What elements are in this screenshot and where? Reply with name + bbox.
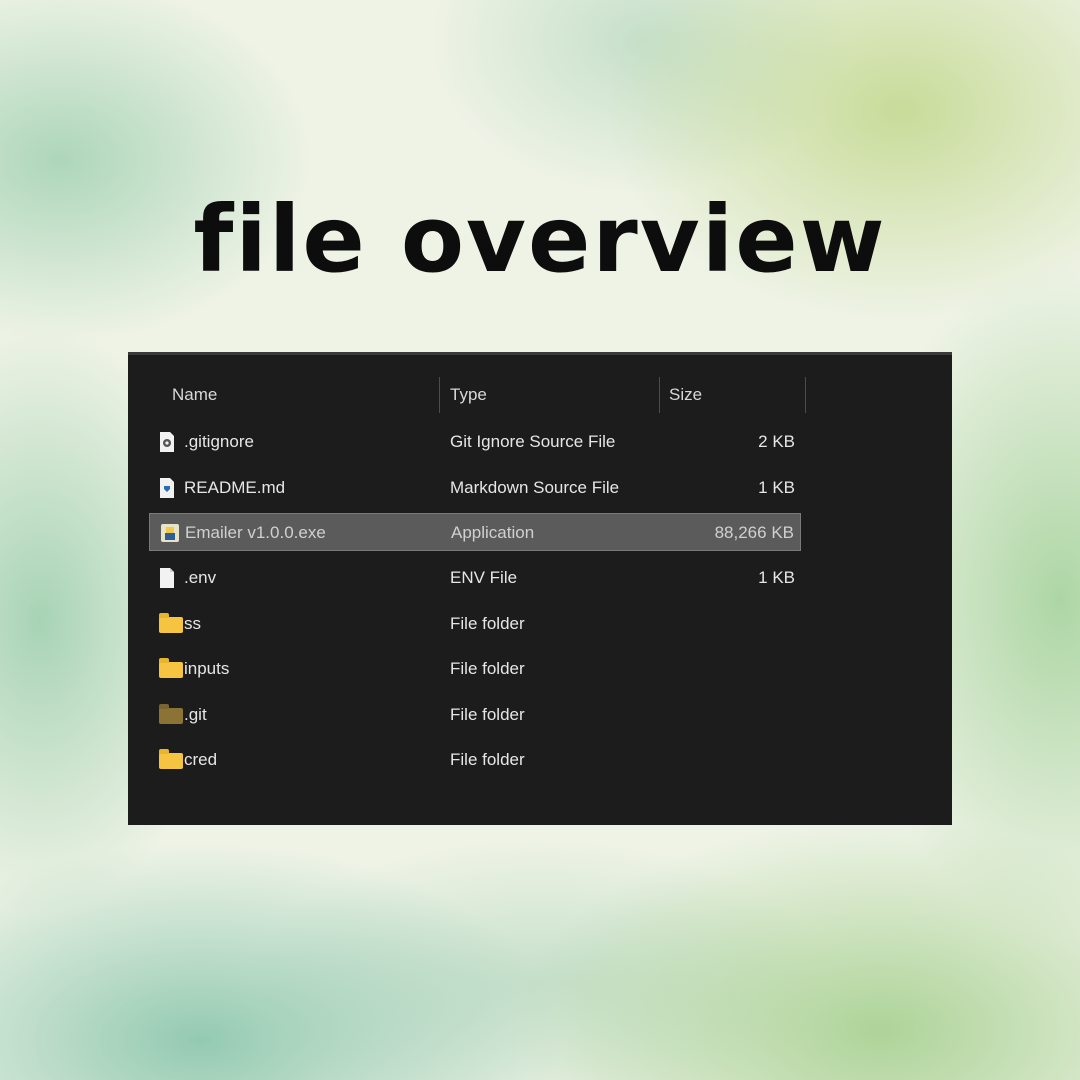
application-icon: [155, 514, 181, 552]
folder-row-inputs[interactable]: inputs File folder: [149, 650, 801, 688]
file-size: 2 KB: [758, 432, 795, 451]
folder-row-git[interactable]: .git File folder: [149, 696, 801, 734]
file-name: .git: [184, 705, 207, 724]
file-row-env[interactable]: .env ENV File 1 KB: [149, 559, 801, 597]
gitignore-file-icon: [154, 423, 180, 461]
file-size: 88,266 KB: [714, 523, 794, 542]
folder-icon: [154, 605, 183, 643]
file-name: inputs: [184, 659, 230, 678]
file-name: cred: [184, 750, 218, 769]
file-type: File folder: [450, 659, 525, 678]
column-header-name[interactable]: Name: [172, 375, 217, 415]
file-row-readme[interactable]: README.md Markdown Source File 1 KB: [149, 469, 801, 507]
file-size: 1 KB: [758, 568, 795, 587]
file-type: Git Ignore Source File: [450, 432, 616, 451]
file-row-gitignore[interactable]: .gitignore Git Ignore Source File 2 KB: [149, 423, 801, 461]
file-name: .env: [184, 568, 217, 587]
file-size: 1 KB: [758, 478, 795, 497]
page-title: file overview: [193, 186, 887, 293]
column-header-bar: Name Type Size: [128, 375, 952, 415]
file-type: Application: [451, 523, 535, 542]
column-header-type[interactable]: Type: [450, 375, 487, 415]
file-name: ss: [184, 614, 201, 633]
file-type: File folder: [450, 614, 525, 633]
file-explorer-list: Name Type Size .gitignore Git Ignore Sou…: [128, 352, 952, 825]
file-type: Markdown Source File: [450, 478, 620, 497]
folder-icon: [154, 650, 183, 688]
file-name: Emailer v1.0.0.exe: [185, 523, 326, 542]
column-header-size[interactable]: Size: [669, 375, 702, 415]
file-name: .gitignore: [184, 432, 254, 451]
folder-row-ss[interactable]: ss File folder: [149, 605, 801, 643]
folder-icon: [154, 741, 183, 779]
folder-row-cred[interactable]: cred File folder: [149, 741, 801, 779]
hidden-folder-icon: [154, 696, 183, 734]
file-type: File folder: [450, 750, 525, 769]
blank-file-icon: [154, 559, 180, 597]
column-divider[interactable]: [659, 377, 660, 413]
column-divider[interactable]: [805, 377, 806, 413]
file-row-emailer-exe[interactable]: Emailer v1.0.0.exe Application 88,266 KB: [149, 513, 801, 551]
column-divider[interactable]: [439, 377, 440, 413]
file-name: README.md: [184, 478, 286, 497]
file-type: File folder: [450, 705, 525, 724]
file-type: ENV File: [450, 568, 518, 587]
markdown-file-icon: [154, 469, 180, 507]
